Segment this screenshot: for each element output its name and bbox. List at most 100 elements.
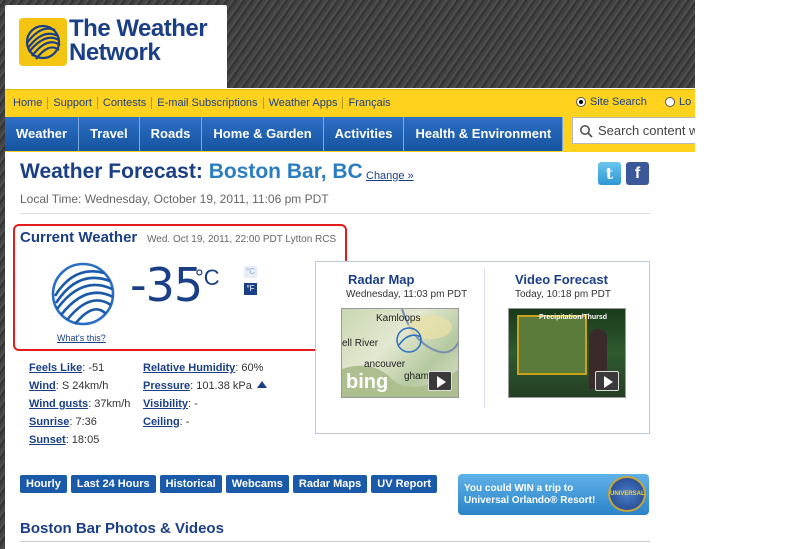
radar-map-thumbnail[interactable]: Kamloops ell River ancouver gham bing — [341, 308, 459, 398]
util-link-email[interactable]: E-mail Subscriptions — [152, 97, 264, 109]
unit-celsius-button[interactable]: °C — [244, 266, 257, 278]
right-margin — [695, 0, 800, 549]
photos-videos-heading: Boston Bar Photos & Videos — [20, 520, 224, 537]
promo-line-1: You could WIN a trip to — [464, 483, 574, 494]
video-forecast-title[interactable]: Video Forecast — [515, 272, 608, 287]
detail-humidity: Relative Humidity: 60% — [143, 362, 263, 374]
logo[interactable]: The Weather Network — [5, 5, 227, 89]
humidity-value: : 60% — [235, 362, 264, 374]
tab-radar-maps[interactable]: Radar Maps — [292, 475, 368, 493]
title-city: Boston Bar, BC — [208, 160, 363, 183]
radar-map-time: Wednesday, 11:03 pm PDT — [346, 289, 468, 300]
nav-weather[interactable]: Weather — [5, 117, 80, 151]
detail-pressure: Pressure: 101.38 kPa — [143, 380, 267, 392]
humidity-label[interactable]: Relative Humidity — [143, 362, 235, 374]
sunrise-value: : 7:36 — [69, 416, 97, 428]
wind-gusts-value: : 37km/h — [88, 398, 131, 410]
nav-travel[interactable]: Travel — [79, 117, 140, 151]
nav-home-garden[interactable]: Home & Garden — [202, 117, 324, 151]
detail-sunset: Sunset: 18:05 — [29, 434, 99, 446]
logo-line-2: Network — [69, 39, 161, 66]
map-label-vancouver: ancouver — [364, 359, 406, 370]
media-panel: Radar Map Wednesday, 11:03 pm PDT Kamloo… — [315, 261, 650, 434]
current-temperature: -35 — [130, 258, 203, 312]
wind-gusts-label[interactable]: Wind gusts — [29, 398, 88, 410]
temperature-unit: °C — [195, 265, 220, 290]
visibility-label[interactable]: Visibility — [143, 398, 188, 410]
utility-bar: Home Support Contests E-mail Subscriptio… — [5, 89, 695, 116]
tab-webcams[interactable]: Webcams — [225, 475, 289, 493]
whats-this-link[interactable]: What's this? — [57, 333, 106, 343]
twitter-icon[interactable]: t — [598, 162, 621, 185]
logo-text: The Weather Network — [69, 15, 208, 66]
pressure-label[interactable]: Pressure — [143, 380, 190, 392]
divider — [20, 213, 650, 214]
change-location-link[interactable]: Change » — [366, 170, 414, 182]
tab-historical[interactable]: Historical — [159, 475, 222, 493]
detail-sunrise: Sunrise: 7:36 — [29, 416, 97, 428]
util-link-support[interactable]: Support — [48, 97, 98, 109]
radar-play-icon[interactable] — [428, 371, 452, 391]
search-placeholder: Search content w — [598, 123, 695, 138]
ceiling-label[interactable]: Ceiling — [143, 416, 180, 428]
radio-local-label: Lo — [679, 96, 692, 108]
logo-line-1: The Weather — [69, 15, 208, 42]
tab-last-24-hours[interactable]: Last 24 Hours — [70, 475, 156, 493]
title-prefix: Weather Forecast: — [20, 160, 203, 183]
detail-wind-gusts: Wind gusts: 37km/h — [29, 398, 130, 410]
wind-value: : S 24km/h — [55, 380, 109, 392]
visibility-value: : - — [188, 398, 198, 410]
pressure-value: : 101.38 kPa — [190, 380, 252, 392]
util-link-apps[interactable]: Weather Apps — [264, 97, 344, 109]
search-input[interactable]: Search content w — [572, 117, 695, 144]
promo-banner[interactable]: You could WIN a trip to Universal Orland… — [458, 474, 649, 515]
page-title: Weather Forecast: Boston Bar, BC — [20, 160, 363, 184]
sunset-value: : 18:05 — [65, 434, 100, 446]
radar-map-title[interactable]: Radar Map — [348, 272, 414, 287]
forecast-tabs: Hourly Last 24 Hours Historical Webcams … — [20, 475, 441, 493]
video-forecast-thumbnail[interactable]: Precipitation/Thursd — [508, 308, 626, 398]
radio-site-search[interactable]: Site Search — [576, 96, 647, 108]
video-map-panel — [517, 315, 587, 375]
radio-dot-selected[interactable] — [576, 97, 586, 107]
util-link-francais[interactable]: Français — [343, 97, 395, 109]
feels-like-label[interactable]: Feels Like — [29, 362, 82, 374]
weather-network-globe-icon — [51, 262, 115, 326]
promo-line-2: Universal Orlando® Resort! — [464, 495, 596, 506]
pressure-rising-icon — [256, 381, 267, 388]
universal-logo: UNIVERSAL — [608, 476, 646, 512]
radio-dot[interactable] — [665, 97, 675, 107]
video-caption: Precipitation/Thursd — [539, 314, 608, 321]
ceiling-value: : - — [179, 416, 190, 428]
unit-fahrenheit-button[interactable]: °F — [244, 283, 257, 295]
facebook-icon[interactable]: f — [626, 162, 649, 185]
media-divider — [484, 268, 485, 408]
detail-wind: Wind: S 24km/h — [29, 380, 108, 392]
bing-logo: bing — [346, 371, 389, 393]
main-nav: Weather Travel Roads Home & Garden Activ… — [5, 116, 695, 152]
search-icon — [580, 124, 593, 138]
util-link-contests[interactable]: Contests — [98, 97, 153, 109]
sunset-label[interactable]: Sunset — [29, 434, 66, 446]
nav-roads[interactable]: Roads — [139, 117, 203, 151]
detail-ceiling: Ceiling: - — [143, 416, 189, 428]
tab-uv-report[interactable]: UV Report — [371, 475, 438, 493]
detail-feels-like: Feels Like: -51 — [29, 362, 104, 374]
nav-activities[interactable]: Activities — [323, 117, 405, 151]
map-label-river: ell River — [342, 338, 379, 349]
logo-globe-icon — [19, 18, 67, 66]
promo-text: You could WIN a trip to Universal Orland… — [464, 483, 595, 507]
nav-health-environment[interactable]: Health & Environment — [404, 117, 564, 151]
detail-visibility: Visibility: - — [143, 398, 198, 410]
video-forecast-time: Today, 10:18 pm PDT — [515, 289, 611, 300]
tab-hourly[interactable]: Hourly — [20, 475, 67, 493]
radio-site-label: Site Search — [590, 96, 647, 108]
map-label-gham: gham — [404, 371, 430, 382]
wind-label[interactable]: Wind — [29, 380, 56, 392]
map-label-kamloops: Kamloops — [376, 313, 421, 324]
util-link-home[interactable]: Home — [8, 97, 49, 109]
local-time: Local Time: Wednesday, October 19, 2011,… — [20, 192, 329, 206]
sunrise-label[interactable]: Sunrise — [29, 416, 69, 428]
video-play-icon[interactable] — [595, 371, 619, 391]
radio-local-search[interactable]: Lo — [665, 96, 691, 108]
